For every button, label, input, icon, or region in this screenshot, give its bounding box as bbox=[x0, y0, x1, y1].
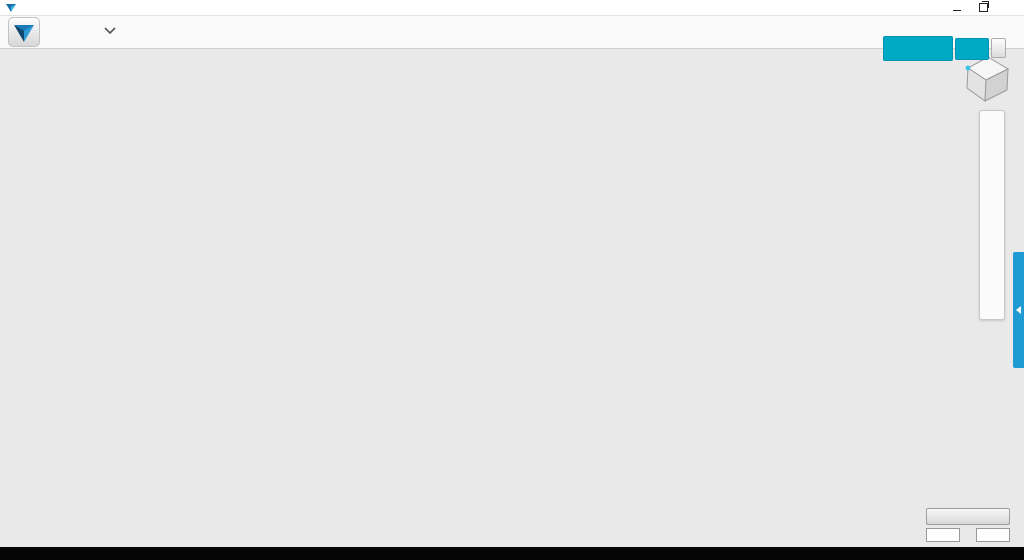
minimize-button[interactable] bbox=[943, 0, 970, 15]
title-bar bbox=[0, 0, 1024, 16]
help-button[interactable] bbox=[991, 38, 1006, 58]
close-button[interactable] bbox=[997, 0, 1024, 15]
menu-chevron-icon[interactable] bbox=[104, 27, 116, 35]
app-favicon bbox=[6, 3, 16, 13]
bottom-black-bar bbox=[0, 547, 1024, 560]
collapse-arrow-icon bbox=[1016, 306, 1021, 314]
view-cube[interactable] bbox=[955, 52, 1015, 112]
grid-panel bbox=[926, 508, 1010, 543]
premium-signup-button[interactable] bbox=[883, 36, 953, 61]
app-window bbox=[0, 0, 1024, 560]
viewcube-corner-dot[interactable] bbox=[966, 66, 971, 71]
viewport[interactable] bbox=[0, 48, 1024, 547]
length-snap-input[interactable] bbox=[926, 528, 960, 542]
app-logo[interactable] bbox=[8, 17, 40, 47]
angle-snap-input[interactable] bbox=[976, 528, 1010, 542]
side-panel-tab[interactable] bbox=[1013, 252, 1024, 368]
edit-grid-button[interactable] bbox=[926, 508, 1010, 525]
signin-button[interactable] bbox=[955, 38, 989, 60]
viewport-canvas[interactable] bbox=[0, 48, 1024, 547]
main-toolbar bbox=[0, 15, 1024, 49]
maximize-button[interactable] bbox=[970, 0, 997, 15]
view-tool-rail bbox=[979, 110, 1005, 320]
